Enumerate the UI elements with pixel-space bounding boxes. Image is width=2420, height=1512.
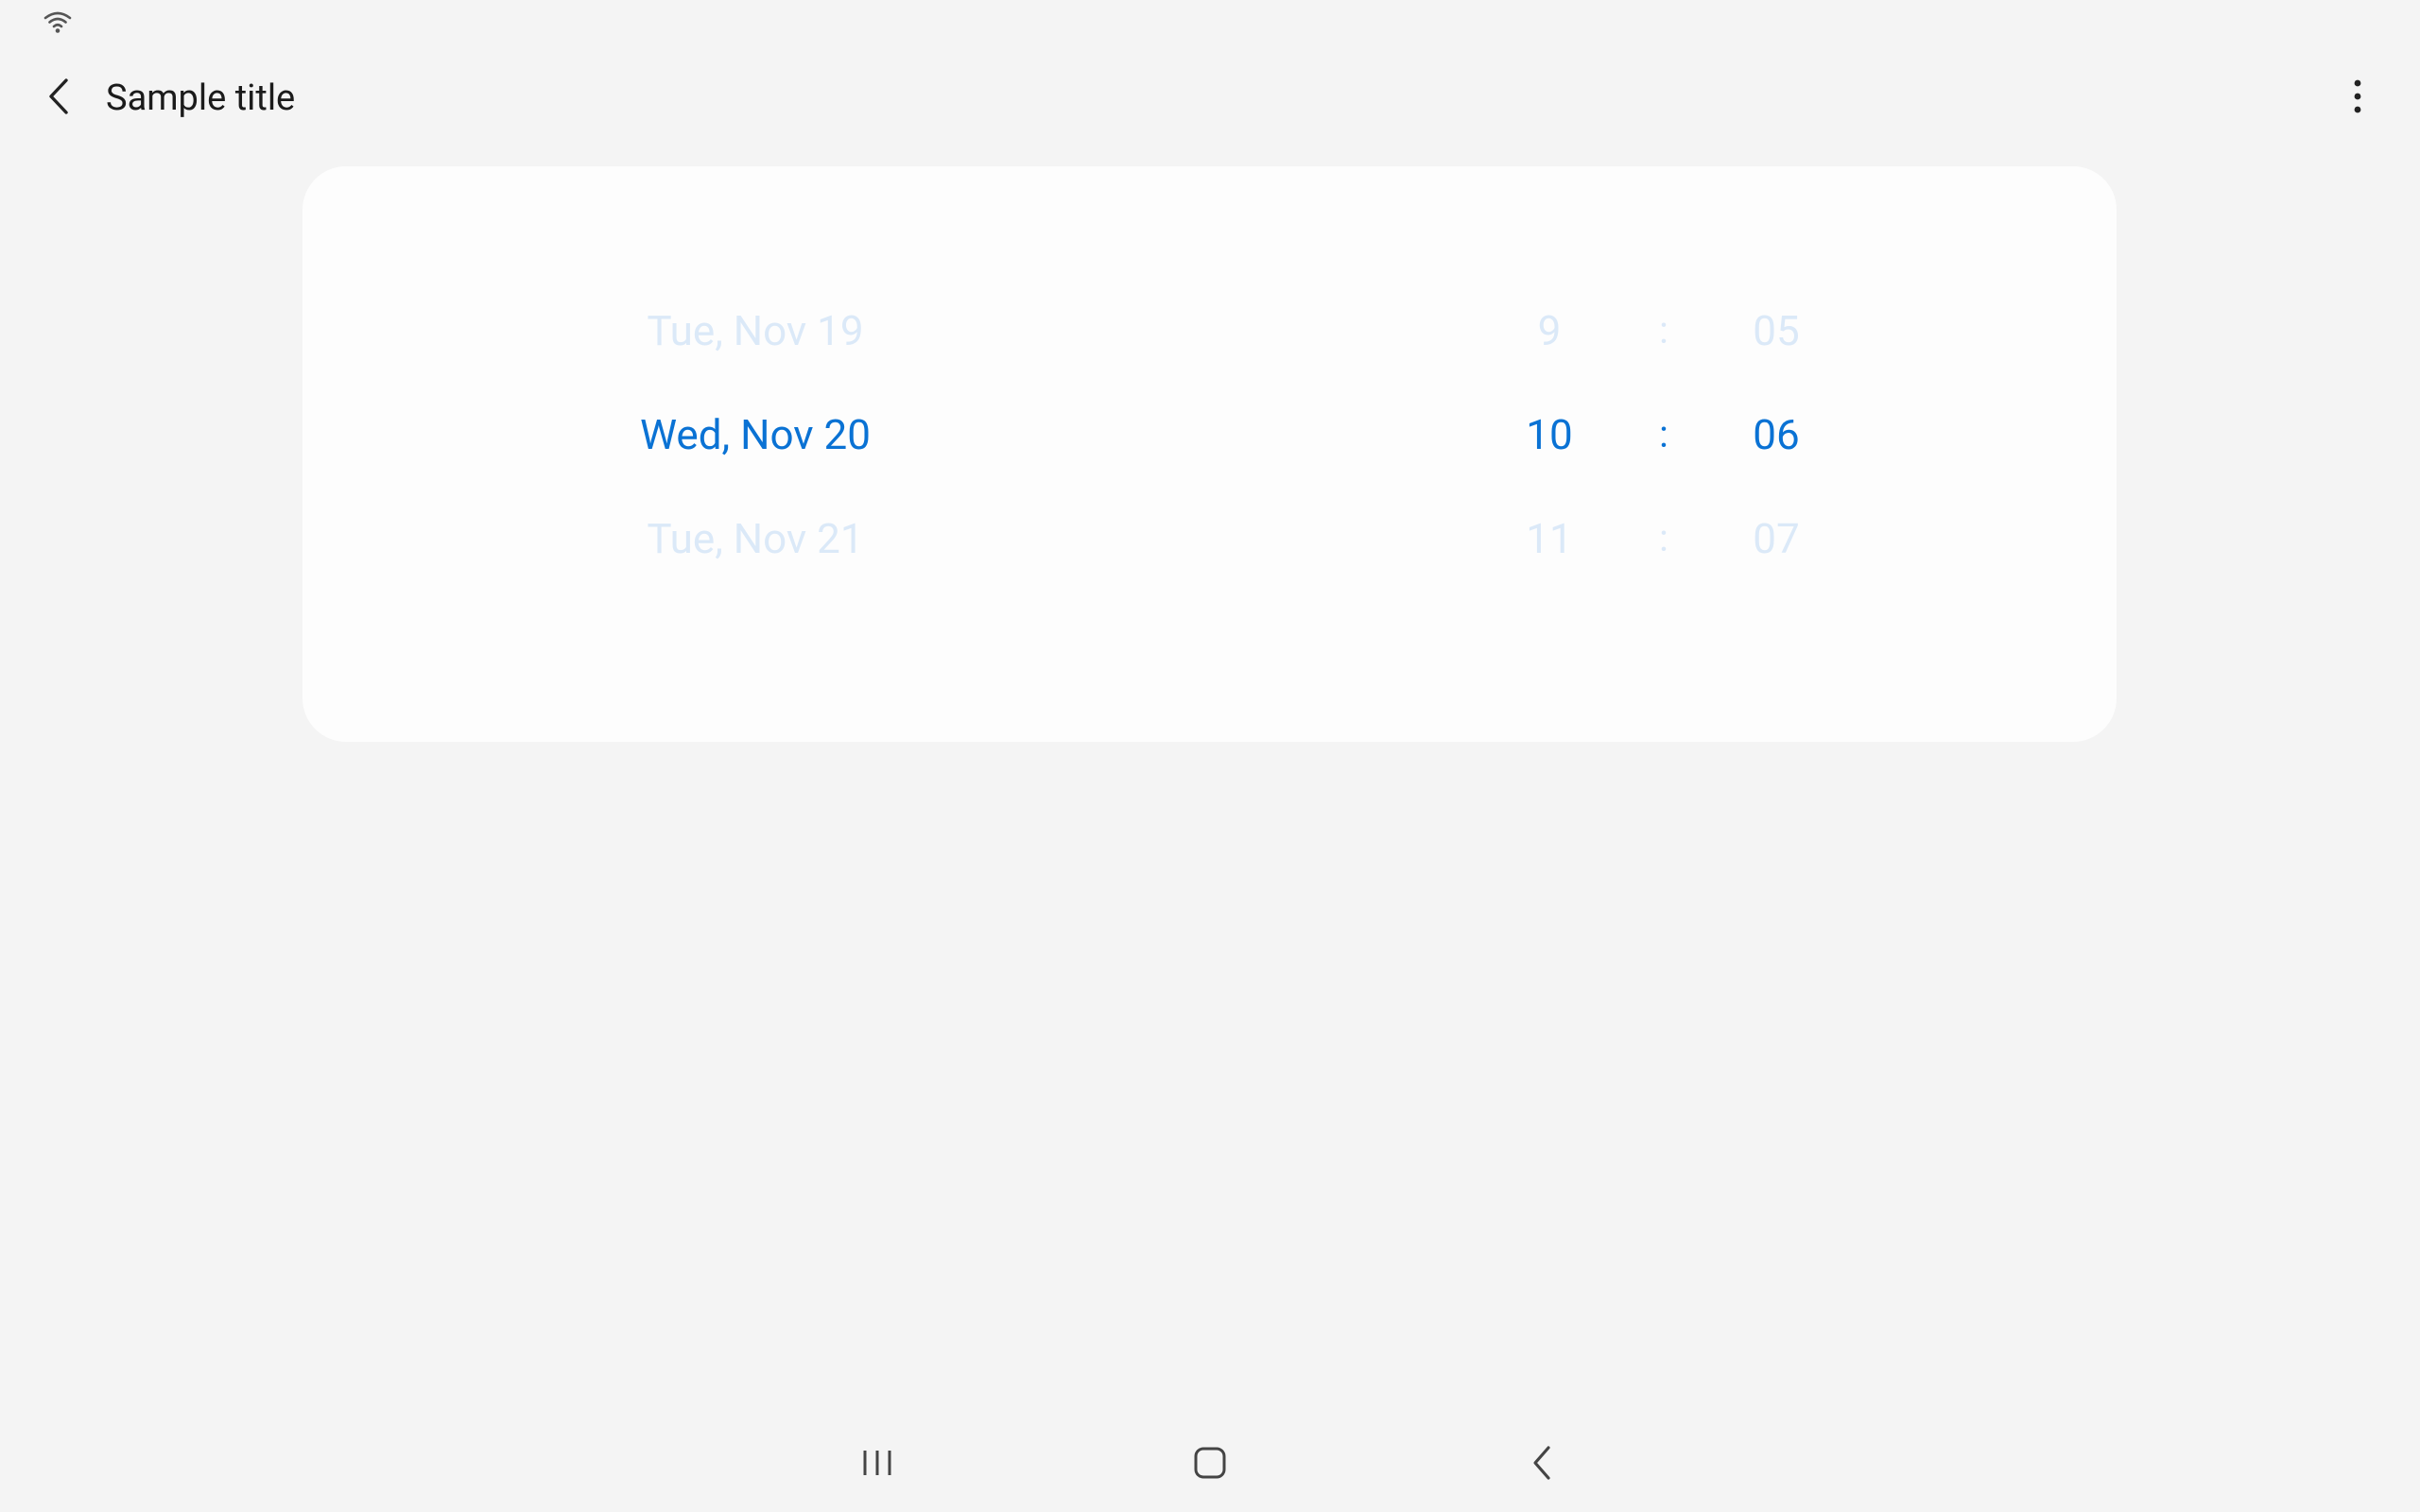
separator-prev: : xyxy=(1659,308,1668,352)
system-back-button[interactable] xyxy=(1485,1418,1599,1512)
hour-prev[interactable]: 9 xyxy=(1538,302,1562,359)
status-bar xyxy=(0,0,2420,42)
screen: Sample title Tue, Nov 19 Wed, Nov 20 Tue… xyxy=(0,0,2420,1512)
hour-selected[interactable]: 10 xyxy=(1526,406,1572,463)
date-prev[interactable]: Tue, Nov 19 xyxy=(647,302,863,359)
back-icon xyxy=(1530,1445,1553,1485)
separator-next: : xyxy=(1659,516,1668,560)
chevron-left-icon xyxy=(47,77,70,119)
home-icon xyxy=(1193,1446,1227,1484)
recents-icon xyxy=(861,1448,893,1482)
wifi-icon xyxy=(43,9,72,34)
app-bar: Sample title xyxy=(0,59,2420,138)
more-options-button[interactable] xyxy=(2327,59,2388,138)
date-selected[interactable]: Wed, Nov 20 xyxy=(640,406,871,463)
minute-next[interactable]: 07 xyxy=(1753,510,1799,567)
page-title: Sample title xyxy=(106,77,296,119)
date-time-picker: Tue, Nov 19 Wed, Nov 20 Tue, Nov 21 9 10… xyxy=(302,166,2117,742)
separator-selected: : xyxy=(1659,412,1668,456)
recents-button[interactable] xyxy=(821,1418,934,1512)
back-button[interactable] xyxy=(28,59,89,138)
navigation-bar xyxy=(0,1418,2420,1512)
hour-next[interactable]: 11 xyxy=(1526,510,1572,567)
minute-selected[interactable]: 06 xyxy=(1753,406,1799,463)
date-next[interactable]: Tue, Nov 21 xyxy=(647,510,863,567)
minute-prev[interactable]: 05 xyxy=(1753,302,1799,359)
more-vertical-icon xyxy=(2353,79,2362,117)
home-button[interactable] xyxy=(1153,1418,1267,1512)
